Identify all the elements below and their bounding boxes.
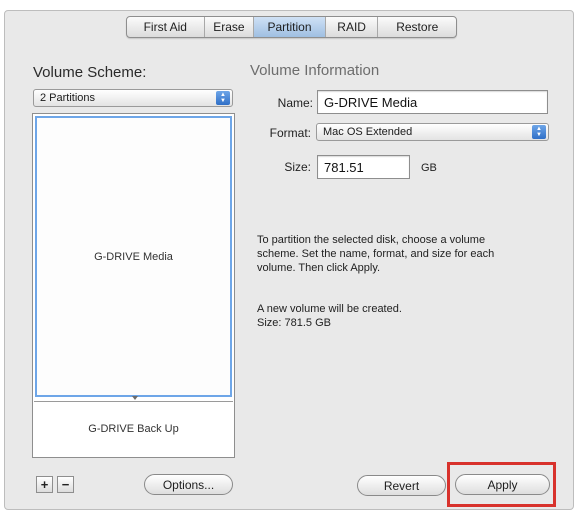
format-popup[interactable]: Mac OS Extended ▲ ▼ [316,123,549,141]
tab-partition[interactable]: Partition [254,17,326,37]
partition-block-media[interactable]: G-DRIVE Media [35,116,232,397]
format-label: Format: [269,126,311,140]
apply-highlight-box [447,462,556,507]
tab-restore[interactable]: Restore [378,17,456,37]
add-partition-button[interactable]: + [36,476,53,493]
tab-raid[interactable]: RAID [326,17,379,37]
name-label: Name: [277,96,313,110]
partition-map: G-DRIVE Media G-DRIVE Back Up [32,113,235,458]
help-line: volume. Then click Apply. [257,262,381,274]
size-label: Size: [284,160,311,174]
format-value: Mac OS Extended [323,126,413,138]
popup-arrows-icon: ▲ ▼ [216,91,230,105]
name-input[interactable]: G-DRIVE Media [317,90,548,114]
tab-first-aid[interactable]: First Aid [127,17,205,37]
volume-scheme-value: 2 Partitions [40,92,96,104]
size-input[interactable]: 781.51 [317,155,410,179]
revert-button[interactable]: Revert [357,475,446,496]
volume-scheme-label: Volume Scheme: [33,64,147,81]
help-line: To partition the selected disk, choose a… [257,234,486,246]
partition-resize-handle-icon[interactable] [132,396,138,400]
status-line: A new volume will be created. [257,303,402,315]
partition-status-text: A new volume will be created. Size: 781.… [257,302,402,330]
partition-label-backup: G-DRIVE Back Up [88,423,179,435]
volume-information-label: Volume Information [250,62,380,79]
status-line: Size: 781.5 GB [257,317,331,329]
partition-help-text: To partition the selected disk, choose a… [257,233,494,275]
help-line: scheme. Set the name, format, and size f… [257,248,495,260]
tab-bar: First Aid Erase Partition RAID Restore [126,16,457,38]
popup-arrows-icon: ▲ ▼ [532,125,546,139]
options-button[interactable]: Options... [144,474,233,495]
partition-label-media: G-DRIVE Media [94,250,173,263]
size-unit: GB [421,162,437,174]
volume-scheme-popup[interactable]: 2 Partitions ▲ ▼ [33,89,233,107]
partition-block-backup[interactable]: G-DRIVE Back Up [34,401,233,456]
remove-partition-button[interactable]: − [57,476,74,493]
tab-erase[interactable]: Erase [205,17,255,37]
